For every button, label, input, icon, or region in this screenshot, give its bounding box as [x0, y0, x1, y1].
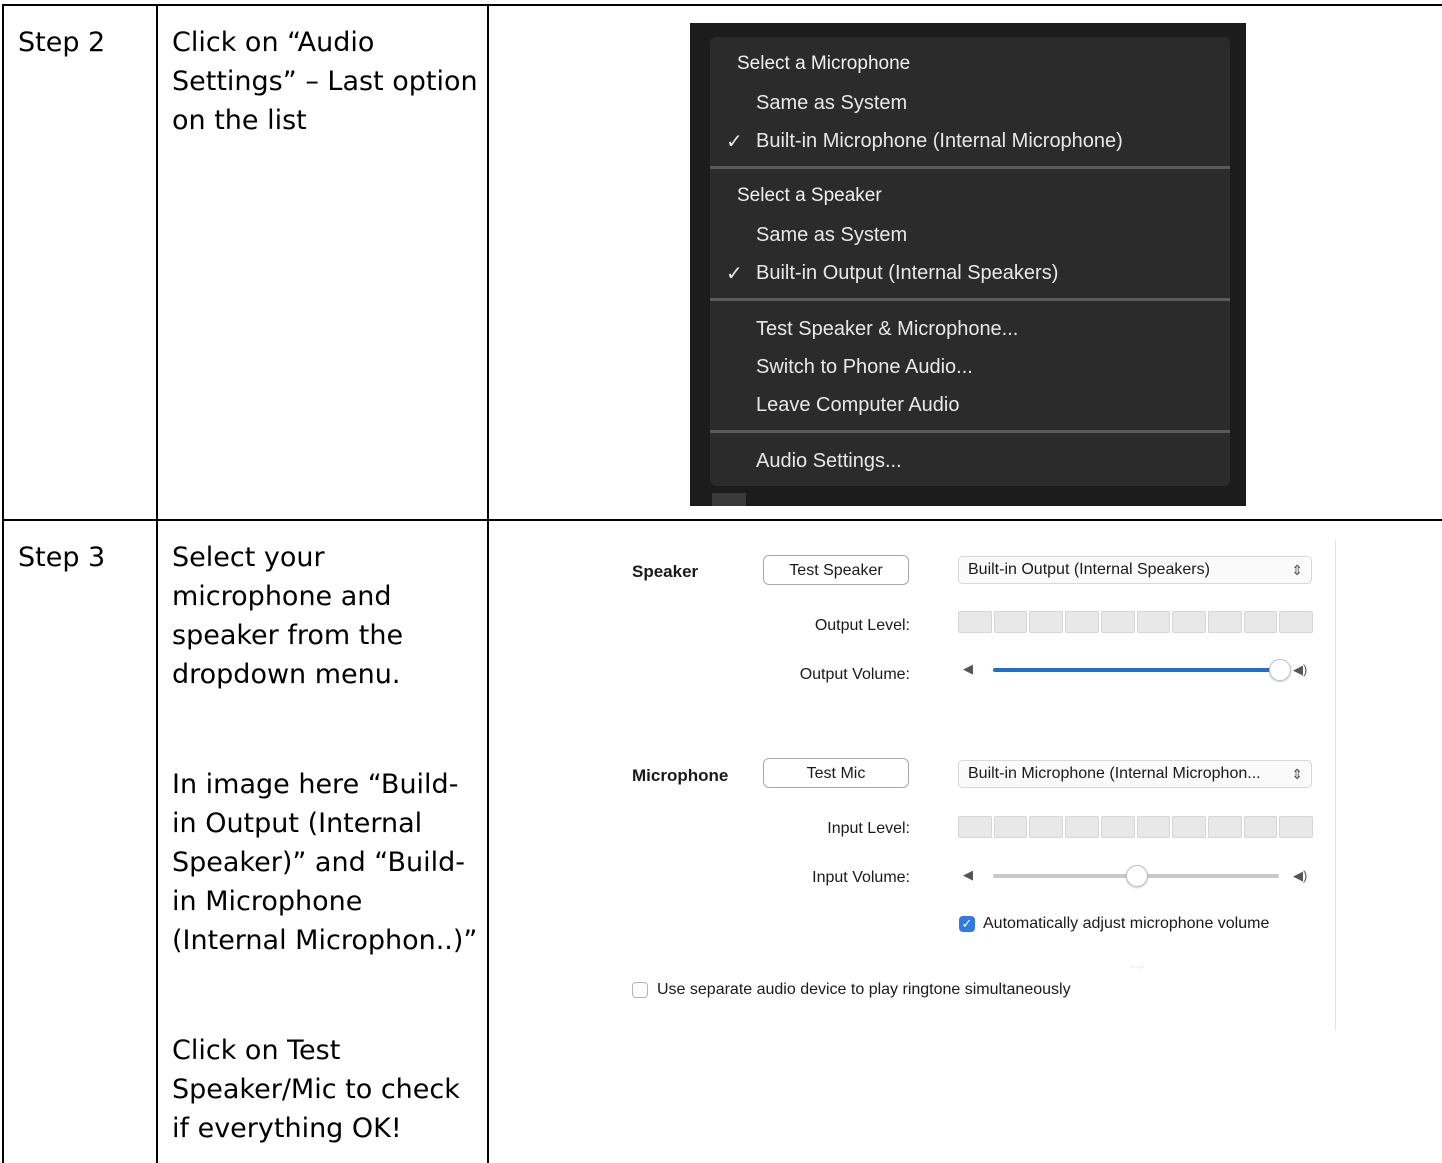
checkmark-icon: ✓: [726, 131, 743, 153]
test-speaker-button[interactable]: Test Speaker: [763, 555, 909, 585]
instruction-text: Click on Test Speaker/Mic to check if ev…: [172, 1035, 460, 1144]
audio-dropdown-menu: Select a Microphone Same as System ✓ Bui…: [710, 37, 1230, 486]
volume-low-icon: ◀: [963, 661, 973, 676]
auto-adjust-label: Automatically adjust microphone volume: [983, 915, 1270, 932]
menu-section-title-microphone: Select a Microphone: [737, 53, 911, 74]
test-mic-button[interactable]: Test Mic: [763, 758, 909, 788]
output-volume-slider[interactable]: [993, 659, 1291, 681]
step-2-instructions: Click on “Audio Settings” – Last option …: [172, 23, 482, 140]
table-border-top: [2, 4, 1442, 6]
chevron-updown-icon: ⇕: [1291, 766, 1303, 782]
instruction-text: In image here “Build-in Output (Internal…: [172, 769, 478, 956]
ringtone-checkbox[interactable]: [632, 982, 648, 998]
output-volume-knob[interactable]: [1269, 659, 1291, 681]
table-border-middle: [2, 519, 1442, 521]
menu-item-builtin-output[interactable]: Built-in Output (Internal Speakers): [756, 262, 1058, 285]
instruction-text: Select your microphone and speaker from …: [172, 542, 404, 690]
input-volume-slider[interactable]: [993, 865, 1279, 887]
toolbar-button-stub: [712, 493, 746, 506]
input-level-meter: [958, 816, 1314, 838]
ringtone-label: Use separate audio device to play ringto…: [657, 981, 1071, 998]
menu-item-speaker-same-as-system[interactable]: Same as System: [756, 224, 907, 247]
menu-separator: [710, 298, 1230, 301]
output-volume-label: Output Volume:: [799, 666, 910, 683]
menu-item-builtin-microphone[interactable]: Built-in Microphone (Internal Microphone…: [756, 130, 1123, 153]
microphone-section-label: Microphone: [632, 766, 729, 785]
output-level-meter: [958, 611, 1314, 633]
arrow-icon: →: [1125, 950, 1149, 977]
menu-separator: [710, 166, 1230, 169]
speaker-device-value: Built-in Output (Internal Speakers): [968, 561, 1210, 578]
menu-separator: [710, 430, 1230, 433]
checkmark-icon: ✓: [726, 263, 743, 285]
table-border-left: [2, 4, 4, 1163]
microphone-device-value: Built-in Microphone (Internal Microphon.…: [968, 765, 1261, 782]
input-volume-knob[interactable]: [1126, 865, 1148, 887]
table-column-divider-1: [156, 4, 158, 1163]
microphone-device-select[interactable]: Built-in Microphone (Internal Microphon.…: [958, 760, 1312, 788]
menu-item-leave-computer-audio[interactable]: Leave Computer Audio: [756, 394, 959, 417]
step-2-label: Step 2: [18, 27, 106, 58]
step-3-label: Step 3: [18, 542, 106, 573]
step-3-instructions: Select your microphone and speaker from …: [172, 538, 482, 1148]
speaker-device-select[interactable]: Built-in Output (Internal Speakers) ⇕: [958, 556, 1312, 584]
panel-divider: [1335, 540, 1336, 1030]
auto-adjust-checkbox[interactable]: ✓: [959, 916, 975, 932]
menu-section-title-speaker: Select a Speaker: [737, 185, 882, 206]
input-volume-label: Input Volume:: [812, 869, 910, 886]
input-level-label: Input Level:: [827, 820, 910, 837]
menu-item-audio-settings[interactable]: Audio Settings...: [756, 450, 902, 473]
speaker-section-label: Speaker: [632, 562, 699, 581]
output-volume-fill: [993, 668, 1279, 672]
table-column-divider-2: [487, 4, 489, 1163]
chevron-updown-icon: ⇕: [1291, 562, 1303, 578]
menu-item-mic-same-as-system[interactable]: Same as System: [756, 92, 907, 115]
instruction-text: Click on “Audio Settings” – Last option …: [172, 27, 478, 136]
menu-item-test-speaker-microphone[interactable]: Test Speaker & Microphone...: [756, 318, 1018, 341]
menu-item-switch-phone-audio[interactable]: Switch to Phone Audio...: [756, 356, 973, 379]
volume-high-icon: ◀): [1293, 662, 1308, 677]
output-level-label: Output Level:: [814, 617, 910, 634]
audio-settings-panel: Speaker Test Speaker Built-in Output (In…: [610, 535, 1340, 1035]
audio-menu-screenshot: Select a Microphone Same as System ✓ Bui…: [690, 23, 1246, 506]
volume-low-icon: ◀: [963, 867, 973, 882]
volume-high-icon: ◀): [1293, 868, 1308, 883]
